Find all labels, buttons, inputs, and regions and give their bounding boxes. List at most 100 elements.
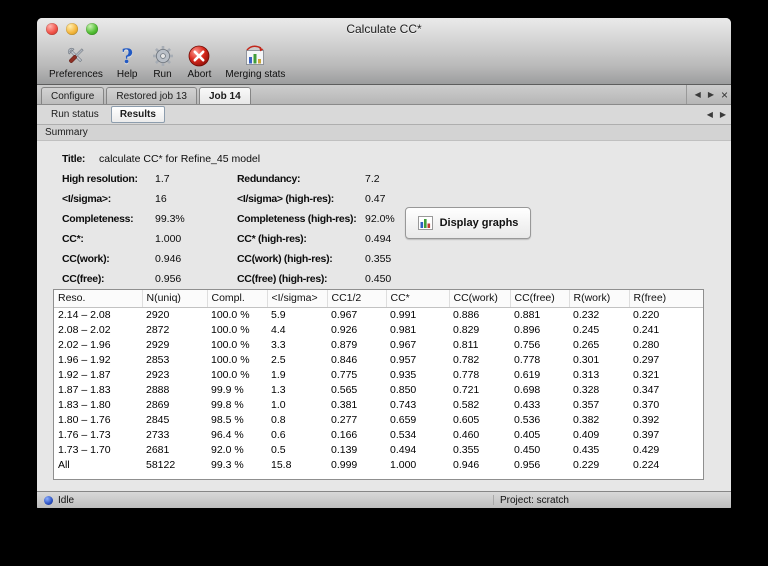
toolbar-button-help[interactable]: ? Help: [117, 44, 138, 80]
summary-grid: Title: calculate CC* for Refine_45 model…: [62, 149, 711, 289]
table-cell: 2845: [146, 414, 170, 426]
table-cell: 0.392: [633, 414, 660, 426]
summary-title-row: Title: calculate CC* for Refine_45 model: [62, 149, 711, 169]
toolbar-button-label: Help: [116, 69, 138, 80]
table-cell: 99.8 %: [211, 399, 244, 411]
summary-row: <I/sigma>: 16 <I/sigma> (high-res): 0.47: [62, 189, 711, 209]
result-tabbar: Run status Results ◀ ▶: [37, 105, 731, 125]
table-cell: 0.946: [453, 459, 480, 471]
tab-label: Results: [119, 109, 156, 120]
toolbar-button-abort[interactable]: Abort: [188, 44, 211, 80]
table-row[interactable]: 1.73 – 1.70 2681 92.0 % 0.5 0.139 0.494 0.355 0…: [54, 443, 703, 458]
table-cell: 0.297: [633, 354, 660, 366]
summary-label2: Redundancy:: [237, 173, 301, 185]
table-cell: 0.370: [633, 399, 660, 411]
table-cell: All: [58, 459, 70, 471]
toolbar-button-merging-stats[interactable]: Merging stats: [225, 44, 285, 80]
results-table-container[interactable]: Reso. N(uniq) Compl. <I/sigma> CC1/2 CC*…: [53, 289, 704, 480]
table-cell: 0.850: [390, 384, 417, 396]
display-graphs-button[interactable]: Display graphs: [405, 207, 531, 239]
table-cell: 99.9 %: [211, 384, 244, 396]
table-row[interactable]: 1.76 – 1.73 2733 96.4 % 0.6 0.166 0.534 0.460 0…: [54, 428, 703, 443]
table-cell: 0.450: [514, 444, 541, 456]
tab-results[interactable]: Results: [110, 106, 165, 123]
tab-job-14[interactable]: Job 14: [198, 87, 251, 104]
table-cell: 0.829: [453, 324, 480, 336]
tab-run-status[interactable]: Run status: [42, 106, 108, 123]
table-cell: 0.743: [390, 399, 417, 411]
toolbar-button-label: Preferences: [49, 69, 103, 80]
close-button[interactable]: [46, 23, 58, 35]
summary-row: Completeness: 99.3% Completeness (high-res…: [62, 209, 711, 229]
display-graphs-label: Display graphs: [439, 217, 519, 229]
toolbar-button-label: Merging stats: [225, 69, 286, 80]
table-cell: 1.80 – 1.76: [58, 414, 111, 426]
zoom-button[interactable]: [86, 23, 98, 35]
column-header-ccfree[interactable]: CC(free): [510, 290, 570, 308]
column-header-ccwork[interactable]: CC(work): [449, 290, 511, 308]
table-cell: 0.619: [514, 369, 541, 381]
table-cell: 0.381: [331, 399, 358, 411]
titlebar[interactable]: Calculate CC*: [37, 18, 731, 40]
table-row[interactable]: 2.02 – 1.96 2929 100.0 % 3.3 0.879 0.967 0.811…: [54, 338, 703, 353]
column-header-rwork[interactable]: R(work): [569, 290, 630, 308]
table-cell: 0.245: [573, 324, 600, 336]
summary-label1: CC*:: [62, 233, 84, 245]
table-cell: 0.582: [453, 399, 480, 411]
column-header-isigma[interactable]: <I/sigma>: [267, 290, 328, 308]
table-row[interactable]: 1.87 – 1.83 2888 99.9 % 1.3 0.565 0.850 0.721 0…: [54, 383, 703, 398]
column-header-cc12[interactable]: CC1/2: [327, 290, 387, 308]
summary-label2: <I/sigma> (high-res):: [237, 193, 334, 205]
tab-scroll-right-icon[interactable]: ▶: [708, 90, 714, 99]
table-cell: 0.534: [390, 429, 417, 441]
table-cell: 100.0 %: [211, 309, 250, 321]
table-cell: 0.775: [331, 369, 358, 381]
preferences-icon: [64, 44, 88, 68]
table-cell: 0.6: [271, 429, 286, 441]
tab-label: Configure: [51, 90, 95, 102]
column-header-ccstar[interactable]: CC*: [386, 290, 450, 308]
tab-configure[interactable]: Configure: [41, 87, 105, 104]
table-cell: 1.96 – 1.92: [58, 354, 111, 366]
tab-scroll-left-icon[interactable]: ◀: [695, 90, 701, 99]
column-header-reso[interactable]: Reso.: [54, 290, 143, 308]
table-row[interactable]: 2.14 – 2.08 2920 100.0 % 5.9 0.967 0.991 0.886…: [54, 308, 703, 324]
summary-label1: CC(free):: [62, 273, 105, 285]
table-cell: 2929: [146, 339, 170, 351]
table-cell: 4.4: [271, 324, 286, 336]
table-row[interactable]: 1.83 – 1.80 2869 99.8 % 1.0 0.381 0.743 0.582 0…: [54, 398, 703, 413]
toolbar-button-preferences[interactable]: Preferences: [49, 44, 103, 80]
column-header-nuniq[interactable]: N(uniq): [142, 290, 208, 308]
table-cell: 0.935: [390, 369, 417, 381]
status-bar-divider: [493, 495, 494, 505]
table-cell: 0.357: [573, 399, 600, 411]
table-row[interactable]: All 58122 99.3 % 15.8 0.999 1.000 0.946 0.956 0.…: [54, 458, 703, 473]
tab-scroll-left-icon[interactable]: ◀: [707, 110, 713, 119]
table-cell: 0.778: [514, 354, 541, 366]
table-cell: 1.73 – 1.70: [58, 444, 111, 456]
table-row[interactable]: 1.96 – 1.92 2853 100.0 % 2.5 0.846 0.957 0.782…: [54, 353, 703, 368]
table-row[interactable]: 2.08 – 2.02 2872 100.0 % 4.4 0.926 0.981 0.829…: [54, 323, 703, 338]
table-cell: 99.3 %: [211, 459, 244, 471]
table-cell: 2853: [146, 354, 170, 366]
table-cell: 58122: [146, 459, 176, 471]
tab-close-icon[interactable]: ×: [721, 89, 728, 101]
table-cell: 0.881: [514, 309, 541, 321]
table-cell: 0.721: [453, 384, 480, 396]
summary-value2: 0.450: [365, 273, 392, 285]
tab-restored-job-13[interactable]: Restored job 13: [106, 87, 197, 104]
table-row[interactable]: 1.80 – 1.76 2845 98.5 % 0.8 0.277 0.659 0.605 0…: [54, 413, 703, 428]
table-row[interactable]: 1.92 – 1.87 2923 100.0 % 1.9 0.775 0.935 0.778…: [54, 368, 703, 383]
table-cell: 0.405: [514, 429, 541, 441]
run-icon: [152, 44, 174, 68]
minimize-button[interactable]: [66, 23, 78, 35]
table-cell: 0.778: [453, 369, 480, 381]
status-indicator-icon: [44, 495, 53, 505]
toolbar-button-run[interactable]: Run: [152, 44, 174, 80]
summary-label1: CC(work):: [62, 253, 110, 265]
tab-scroll-right-icon[interactable]: ▶: [720, 110, 726, 119]
table-cell: 1.83 – 1.80: [58, 399, 111, 411]
section-bar: Summary: [37, 125, 731, 141]
column-header-rfree[interactable]: R(free): [629, 290, 703, 308]
column-header-compl[interactable]: Compl.: [207, 290, 268, 308]
